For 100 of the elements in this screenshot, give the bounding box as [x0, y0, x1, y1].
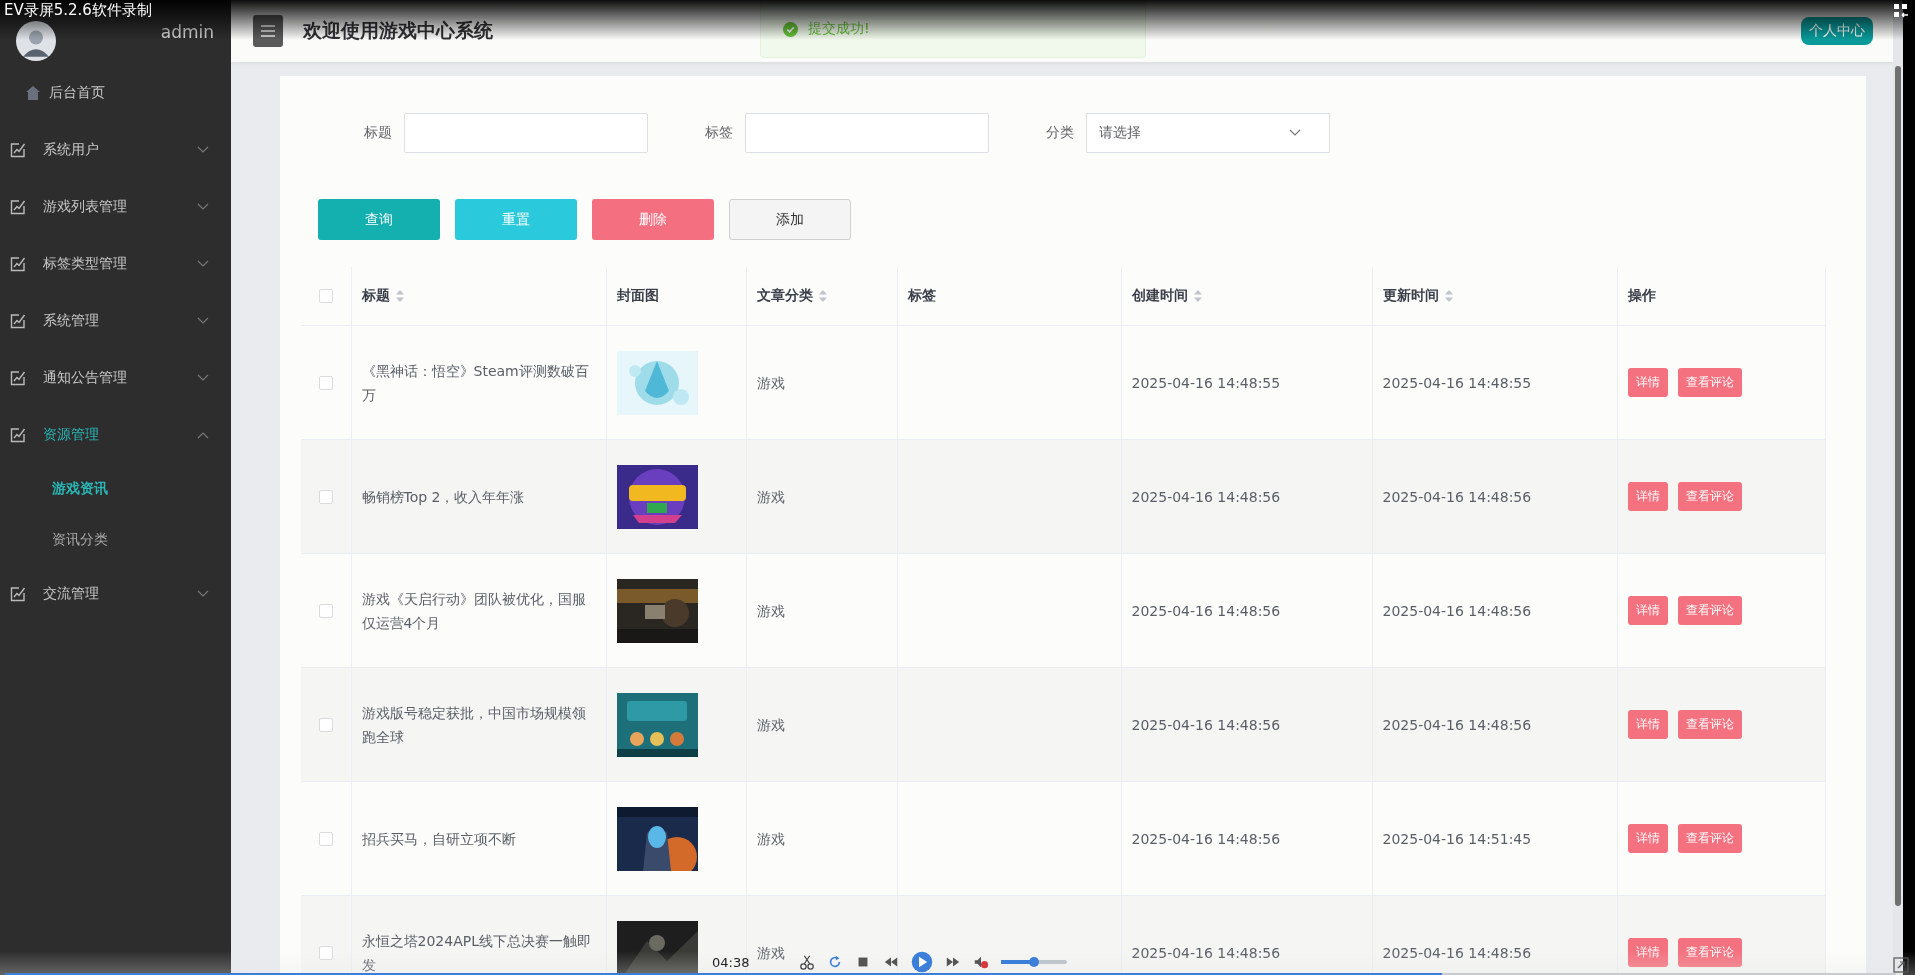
edit-icon [10, 312, 26, 329]
checkbox[interactable] [318, 717, 333, 732]
action-button[interactable]: 查询 [318, 199, 440, 240]
row-action-button[interactable]: 详情 [1627, 596, 1668, 625]
menu-item[interactable]: 游戏列表管理 [0, 178, 231, 235]
table-cell: 2025-04-16 14:48:56 [1382, 488, 1532, 505]
column-header: 文章分类 [756, 287, 813, 305]
table-cell: 《黑神话：悟空》Steam评测数破百万 [361, 362, 589, 403]
edit-icon [10, 255, 26, 272]
row-action-button[interactable]: 详情 [1627, 482, 1668, 511]
table-cell: 游戏 [756, 716, 785, 733]
chevron-icon [197, 259, 209, 268]
expand-icon[interactable] [1893, 957, 1909, 973]
input-field[interactable] [404, 113, 648, 153]
playback-time: 04:38 [712, 954, 750, 970]
row-action-button[interactable]: 查看评论 [1677, 482, 1742, 511]
row-action-button[interactable]: 查看评论 [1677, 824, 1742, 853]
chevron-icon [197, 202, 209, 211]
row-action-button[interactable]: 查看评论 [1677, 938, 1742, 967]
row-action-button[interactable]: 查看评论 [1677, 596, 1742, 625]
action-button[interactable]: 添加 [729, 199, 851, 240]
chevron-icon [197, 316, 209, 325]
menu-item[interactable]: 系统管理 [0, 292, 231, 349]
column-header: 标签 [907, 287, 936, 305]
menu-item[interactable]: 通知公告管理 [0, 349, 231, 406]
column-header: 封面图 [616, 287, 659, 305]
table-cell: 2025-04-16 14:48:56 [1131, 488, 1281, 505]
table-cell: 游戏 [756, 944, 785, 961]
menu-item[interactable]: 标签类型管理 [0, 235, 231, 292]
menu-button[interactable] [253, 15, 283, 47]
edit-icon [10, 585, 26, 602]
table-cell: 招兵买马，自研立项不断 [361, 830, 516, 847]
toast-message: 提交成功! [808, 20, 870, 38]
action-button[interactable]: 删除 [592, 199, 714, 240]
sort-icon[interactable] [818, 290, 827, 302]
checkbox[interactable] [318, 603, 333, 618]
table-cell: 游戏 [756, 374, 785, 391]
checkbox[interactable] [318, 489, 333, 504]
row-action-button[interactable]: 详情 [1627, 824, 1668, 853]
table-cell: 游戏 [756, 830, 785, 847]
scissors-icon[interactable] [799, 954, 816, 970]
select-field[interactable]: 请选择 [1086, 113, 1330, 153]
chevron-icon [197, 373, 209, 382]
recorder-caption: EV录屏5.2.6软件录制 [3, 0, 153, 21]
action-button[interactable]: 重置 [455, 199, 577, 240]
check-icon [783, 21, 798, 37]
table-cell: 永恒之塔2024APL线下总决赛一触即发 [361, 932, 591, 973]
sort-icon[interactable] [1444, 290, 1453, 302]
chevron-icon [197, 589, 209, 598]
menu-item[interactable]: 后台首页 [0, 64, 231, 121]
column-header: 操作 [1627, 287, 1656, 305]
chevron-icon [1289, 129, 1301, 137]
submenu-item[interactable]: 资讯分类 [0, 514, 231, 565]
menu-item[interactable]: 资源管理 [0, 406, 231, 463]
row-action-button[interactable]: 查看评论 [1677, 710, 1742, 739]
checkbox[interactable] [318, 945, 333, 960]
submenu-item[interactable]: 游戏资讯 [0, 463, 231, 514]
table-cell: 2025-04-16 14:48:56 [1382, 602, 1532, 619]
speaker-icon[interactable] [973, 954, 990, 970]
column-header: 标题 [361, 287, 390, 305]
table-cell: 游戏 [756, 488, 785, 505]
home-icon [25, 84, 41, 101]
sort-icon[interactable] [1193, 290, 1202, 302]
checkbox[interactable] [318, 831, 333, 846]
page-title: 欢迎使用游戏中心系统 [303, 18, 493, 43]
table-cell: 2025-04-16 14:48:56 [1131, 944, 1281, 961]
row-action-button[interactable]: 详情 [1627, 938, 1668, 967]
profile-button[interactable]: 个人中心 [1801, 17, 1873, 45]
play-button[interactable] [911, 951, 934, 973]
table-cell: 2025-04-16 14:51:45 [1382, 830, 1532, 847]
volume-slider[interactable] [1001, 960, 1068, 964]
sort-icon[interactable] [395, 290, 404, 302]
edit-icon [10, 198, 26, 215]
row-action-button[interactable]: 查看评论 [1677, 368, 1742, 397]
edit-icon [10, 369, 26, 386]
table-cell: 2025-04-16 14:48:56 [1131, 602, 1281, 619]
table-cell: 游戏《天启行动》团队被优化，国服仅运营4个月 [361, 590, 586, 631]
table-cell: 2025-04-16 14:48:56 [1131, 830, 1281, 847]
username: admin [160, 22, 214, 42]
row-action-button[interactable]: 详情 [1627, 710, 1668, 739]
exit-fullscreen-icon[interactable] [1893, 3, 1909, 19]
field-label: 标签 [704, 124, 733, 142]
field-label: 标题 [363, 124, 392, 142]
scrollbar-thumb[interactable] [1895, 66, 1901, 906]
checkbox[interactable] [318, 289, 333, 303]
row-action-button[interactable]: 详情 [1627, 368, 1668, 397]
menu-icon [261, 25, 275, 37]
table-cell: 游戏 [756, 602, 785, 619]
menu-item[interactable]: 系统用户 [0, 121, 231, 178]
table-cell: 2025-04-16 14:48:55 [1382, 374, 1532, 391]
table-cell: 畅销榜Top 2，收入年年涨 [361, 488, 525, 505]
checkbox[interactable] [318, 375, 333, 390]
edit-icon [10, 141, 26, 158]
avatar[interactable] [16, 21, 56, 61]
column-header: 更新时间 [1382, 287, 1439, 305]
column-header: 创建时间 [1131, 287, 1188, 305]
menu-item[interactable]: 交流管理 [0, 565, 231, 622]
table-cell: 2025-04-16 14:48:56 [1131, 716, 1281, 733]
chevron-icon [197, 145, 209, 154]
input-field[interactable] [745, 113, 989, 153]
